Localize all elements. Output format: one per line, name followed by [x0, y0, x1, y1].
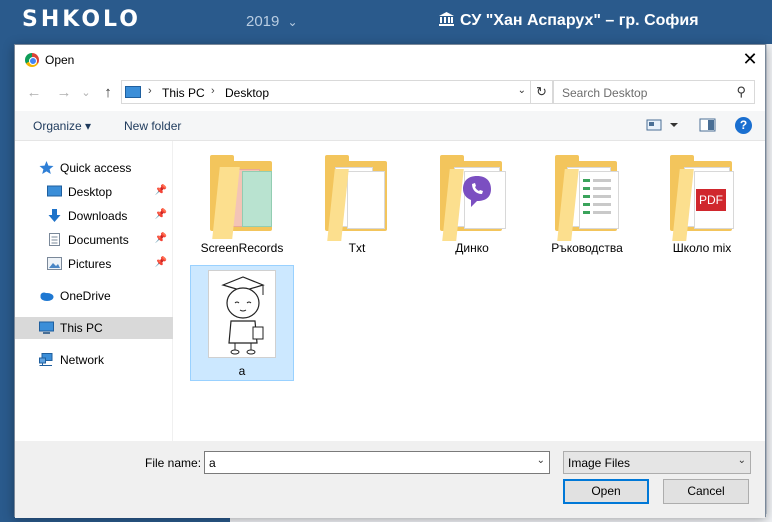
sidebar-item-label: OneDrive — [60, 289, 111, 303]
desktop-icon — [47, 185, 62, 197]
file-type-select[interactable]: Image Files ⌄ — [563, 451, 751, 474]
school-name-text: СУ "Хан Аспарух" – гр. София — [460, 12, 699, 29]
image-file-item[interactable]: a — [190, 265, 294, 381]
chevron-down-icon: ⌄ — [737, 455, 746, 466]
student-drawing-icon — [221, 276, 265, 355]
year-value: 2019 — [246, 13, 280, 30]
search-placeholder: Search Desktop — [562, 86, 648, 100]
sidebar-item-desktop[interactable]: Desktop 📌 — [15, 181, 173, 203]
open-button[interactable]: Open — [563, 479, 649, 504]
sidebar-item-downloads[interactable]: Downloads 📌 — [15, 205, 173, 227]
sidebar-item-quick-access[interactable]: Quick access — [15, 157, 173, 179]
open-file-dialog: Open ✕ ← → ⌄ ↑ › This PC › Desktop ⌄ ↻ S… — [14, 44, 766, 518]
file-label: Школо mix — [672, 241, 732, 255]
file-label: Txt — [348, 241, 366, 255]
pin-icon: 📌 — [154, 185, 167, 196]
pin-icon: 📌 — [154, 209, 167, 220]
bank-icon — [439, 12, 454, 26]
forward-arrow-icon[interactable]: → — [55, 83, 73, 103]
breadcrumb-separator: › — [148, 85, 152, 97]
breadcrumb-desktop[interactable]: Desktop — [225, 86, 269, 100]
command-bar: Organize ▾ New folder ? — [15, 111, 765, 141]
sidebar-item-label: Pictures — [68, 257, 112, 271]
sidebar-item-this-pc[interactable]: This PC — [15, 317, 173, 339]
chrome-icon — [25, 53, 39, 67]
breadcrumb-this-pc[interactable]: This PC — [162, 86, 205, 100]
file-type-value: Image Files — [568, 456, 631, 470]
organize-button[interactable]: Organize ▾ — [33, 119, 91, 133]
cloud-icon — [40, 292, 54, 301]
computer-icon — [39, 321, 54, 334]
sidebar-item-label: Downloads — [68, 209, 128, 223]
new-folder-button[interactable]: New folder — [124, 119, 181, 133]
recent-locations-icon[interactable]: ⌄ — [77, 83, 95, 103]
chevron-down-icon: ⌄ — [287, 15, 298, 29]
file-name-input[interactable]: a ⌄ — [204, 451, 550, 474]
close-button[interactable]: ✕ — [735, 45, 765, 75]
address-row: ← → ⌄ ↑ › This PC › Desktop ⌄ ↻ Search D… — [15, 75, 765, 111]
folder-item-txt[interactable]: Txt — [305, 147, 409, 263]
search-icon: ⚲ — [736, 84, 746, 99]
file-label: Динко — [455, 241, 489, 255]
file-name-value: a — [209, 456, 216, 470]
folder-item-guides[interactable]: Ръководства — [535, 147, 639, 263]
app-header: SHKOLO 2019 ⌄ СУ "Хан Аспарух" – гр. Соф… — [0, 0, 772, 44]
pictures-icon — [47, 257, 62, 270]
file-label: a — [238, 364, 246, 378]
file-list: ScreenRecords Txt Динко Ръководства PDF … — [175, 141, 765, 441]
up-arrow-icon[interactable]: ↑ — [99, 83, 117, 103]
chevron-down-icon[interactable]: ⌄ — [518, 85, 526, 96]
sidebar-item-onedrive[interactable]: OneDrive — [15, 285, 173, 307]
chevron-down-icon[interactable]: ⌄ — [537, 455, 545, 466]
file-name-label: File name: — [145, 456, 202, 470]
refresh-icon[interactable]: ↻ — [531, 80, 553, 104]
address-bar[interactable]: › This PC › Desktop ⌄ — [121, 80, 531, 104]
star-icon — [39, 161, 54, 174]
spreadsheet-thumbnail-icon — [583, 179, 611, 214]
sidebar-item-label: Documents — [68, 233, 129, 247]
network-icon — [39, 353, 53, 366]
school-name[interactable]: СУ "Хан Аспарух" – гр. София — [439, 12, 699, 30]
folder-item-screenrecords[interactable]: ScreenRecords — [190, 147, 294, 263]
sidebar-item-label: Desktop — [68, 185, 113, 199]
pdf-badge-icon: PDF — [696, 189, 726, 211]
sidebar-item-network[interactable]: Network — [15, 349, 173, 371]
app-background-panel — [766, 44, 772, 522]
file-label: Ръководства — [551, 241, 623, 255]
dialog-title: Open — [45, 53, 75, 67]
shkolo-logo[interactable]: SHKOLO — [22, 7, 141, 32]
dialog-title-bar[interactable]: Open ✕ — [15, 45, 765, 75]
image-thumbnail — [208, 270, 276, 358]
download-icon — [48, 209, 61, 222]
sidebar-item-pictures[interactable]: Pictures 📌 — [15, 253, 173, 275]
navigation-pane: Quick access Desktop 📌 Downloads 📌 Docum… — [15, 141, 173, 441]
sidebar-item-label: Network — [60, 353, 105, 367]
folder-item-dinko[interactable]: Динко — [420, 147, 524, 263]
view-options-icon[interactable] — [646, 117, 682, 133]
pin-icon: 📌 — [154, 233, 167, 244]
document-icon — [49, 233, 60, 246]
year-select[interactable]: 2019 ⌄ — [246, 13, 298, 30]
folder-item-shkolo-mix[interactable]: PDF Школо mix — [650, 147, 754, 263]
computer-icon — [125, 86, 141, 98]
sidebar-item-documents[interactable]: Documents 📌 — [15, 229, 173, 251]
file-label: ScreenRecords — [200, 241, 284, 255]
breadcrumb-separator: › — [211, 85, 215, 97]
search-input[interactable]: Search Desktop ⚲ — [553, 80, 755, 104]
sidebar-item-label: This PC — [60, 321, 103, 335]
help-icon[interactable]: ? — [735, 117, 752, 134]
preview-pane-icon[interactable] — [699, 117, 717, 133]
viber-icon — [463, 176, 491, 207]
file-dialog-footer: File name: a ⌄ Image Files ⌄ Open Cancel — [15, 441, 765, 518]
pin-icon: 📌 — [154, 257, 167, 268]
sidebar-item-label: Quick access — [60, 161, 132, 175]
cancel-button[interactable]: Cancel — [663, 479, 749, 504]
back-arrow-icon[interactable]: ← — [25, 83, 43, 103]
